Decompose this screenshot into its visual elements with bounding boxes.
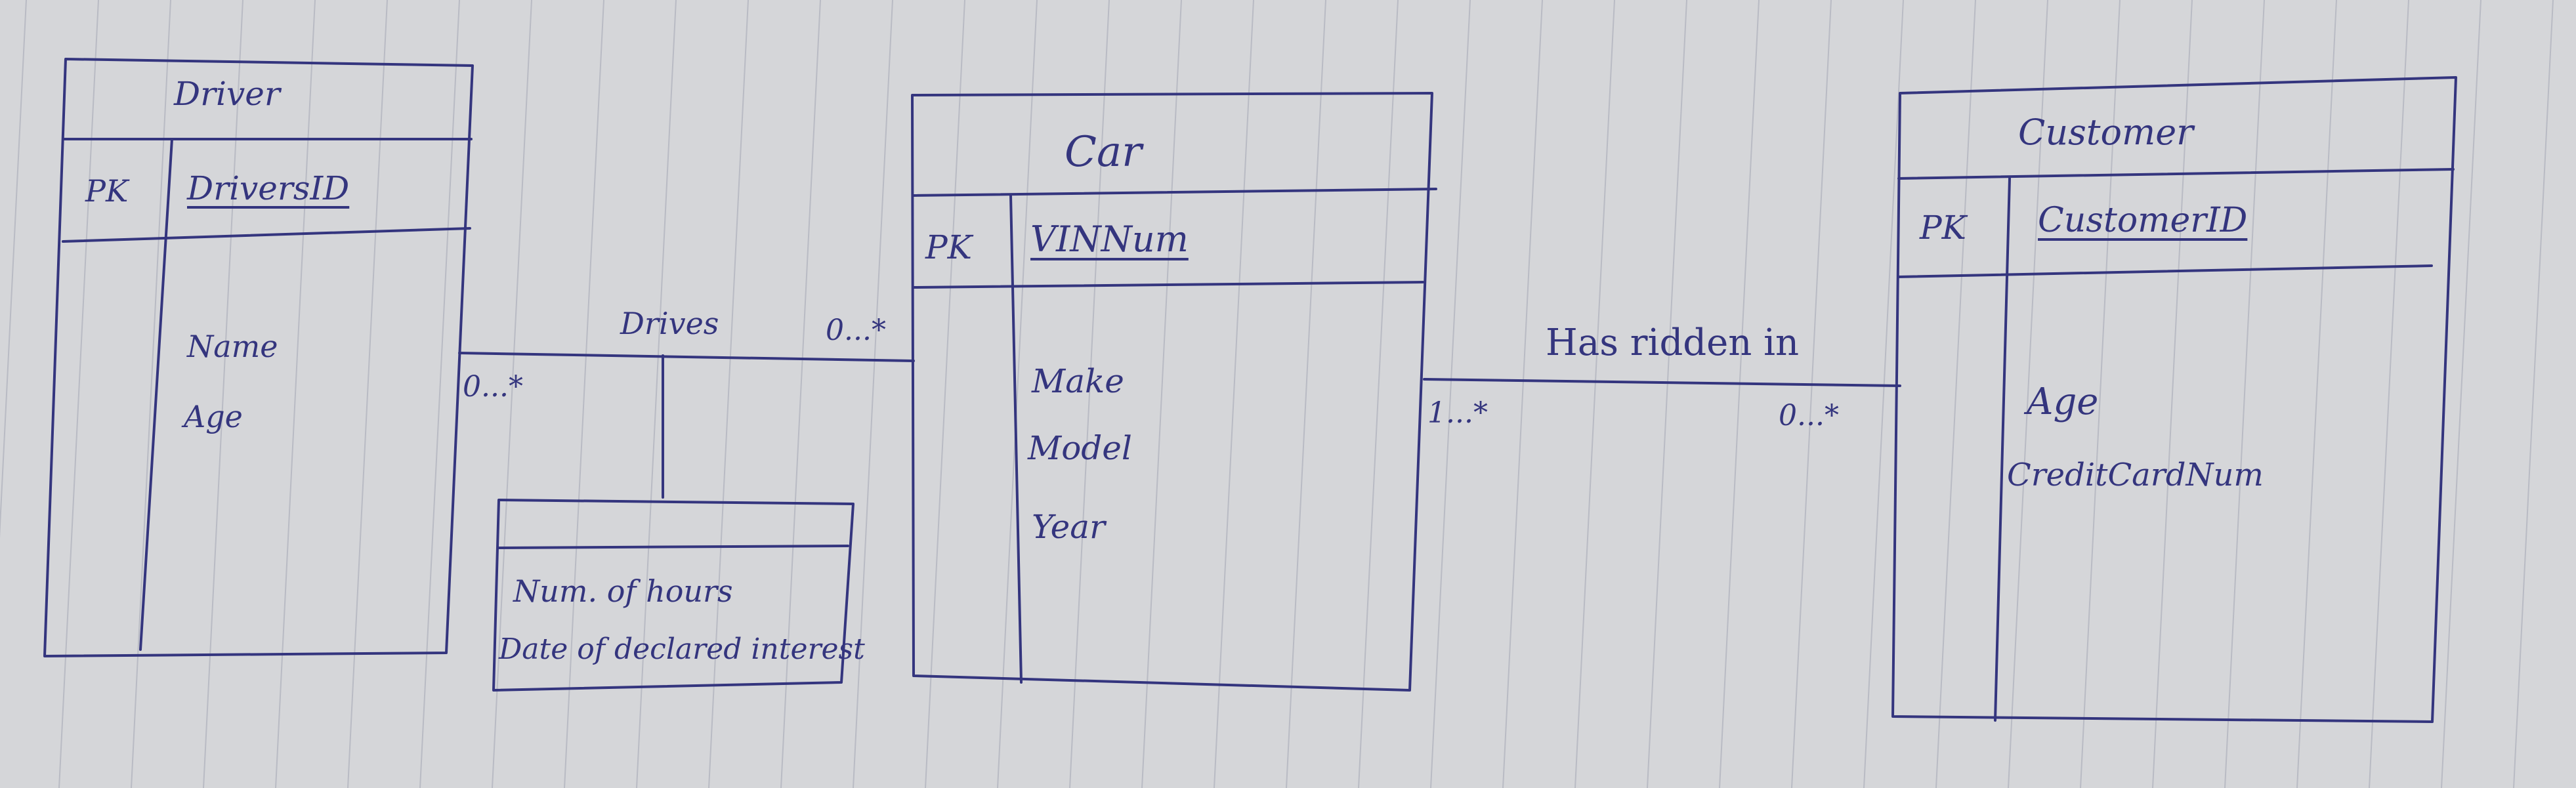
rule-line [2441,0,2481,788]
car-attribute-model: Model [1028,429,1132,467]
drives-left-multiplicity: 0...* [463,370,523,404]
rule-line [347,0,388,788]
rule-line [1719,0,1760,788]
car-pk-label: PK [925,228,972,266]
drives-association-attribute-date: Date of declared interest [499,632,865,666]
rule-line [636,0,677,788]
driver-pk-label: PK [85,173,129,209]
driver-pk-field: DriversID [187,169,350,207]
rule-line [58,0,99,788]
rule-line [708,0,749,788]
has-ridden-in-label: Has ridden in [1546,321,1800,364]
car-attribute-make: Make [1032,362,1124,400]
drives-label: Drives [620,306,719,341]
drives-association-attribute-hours: Num. of hours [513,573,733,609]
car-attribute-year: Year [1032,508,1105,546]
customer-attribute-age: Age [2027,381,2099,423]
car-entity-title: Car [1065,128,1142,176]
rule-line [1141,0,1182,788]
rule-line [1502,0,1543,788]
rule-line [564,0,604,788]
rule-line [203,0,243,788]
rule-line [1935,0,1976,788]
rule-line [1358,0,1399,788]
rule-line [419,0,460,788]
rule-line [1791,0,1832,788]
rule-line [925,0,965,788]
rule-line [1286,0,1326,788]
rule-line [1647,0,1687,788]
rule-line [0,0,27,539]
rule-line [2224,0,2265,788]
has-ridden-in-right-multiplicity: 0...* [1779,399,1839,432]
driver-attribute-age: Age [184,399,243,434]
car-pk-field: VINNum [1030,218,1189,260]
rule-line [2513,0,2554,788]
customer-attribute-creditcardnum: CreditCardNum [2007,457,2264,493]
rule-line [1430,0,1471,788]
rule-line [1214,0,1254,788]
rule-line [131,0,171,788]
car-entity-box [911,92,1437,692]
drives-relationship-line [458,352,915,499]
rule-line [1574,0,1615,788]
rule-line [853,0,893,788]
driver-entity-title: Driver [174,75,280,113]
rule-line [780,0,821,788]
rule-line [2369,0,2409,788]
customer-entity-title: Customer [2018,112,2193,153]
customer-pk-field: CustomerID [2038,201,2248,240]
rule-line [2296,0,2337,788]
has-ridden-in-relationship-line [1423,378,1901,387]
drives-right-multiplicity: 0...* [826,314,886,347]
driver-attribute-name: Name [187,329,278,364]
customer-pk-label: PK [1920,209,1966,247]
er-diagram: Driver PK DriversID Name Age Car PK VINN… [0,0,2576,788]
customer-entity-box [1891,76,2457,723]
rule-line [275,0,316,788]
rule-line [997,0,1038,788]
has-ridden-in-left-multiplicity: 1...* [1427,396,1488,430]
